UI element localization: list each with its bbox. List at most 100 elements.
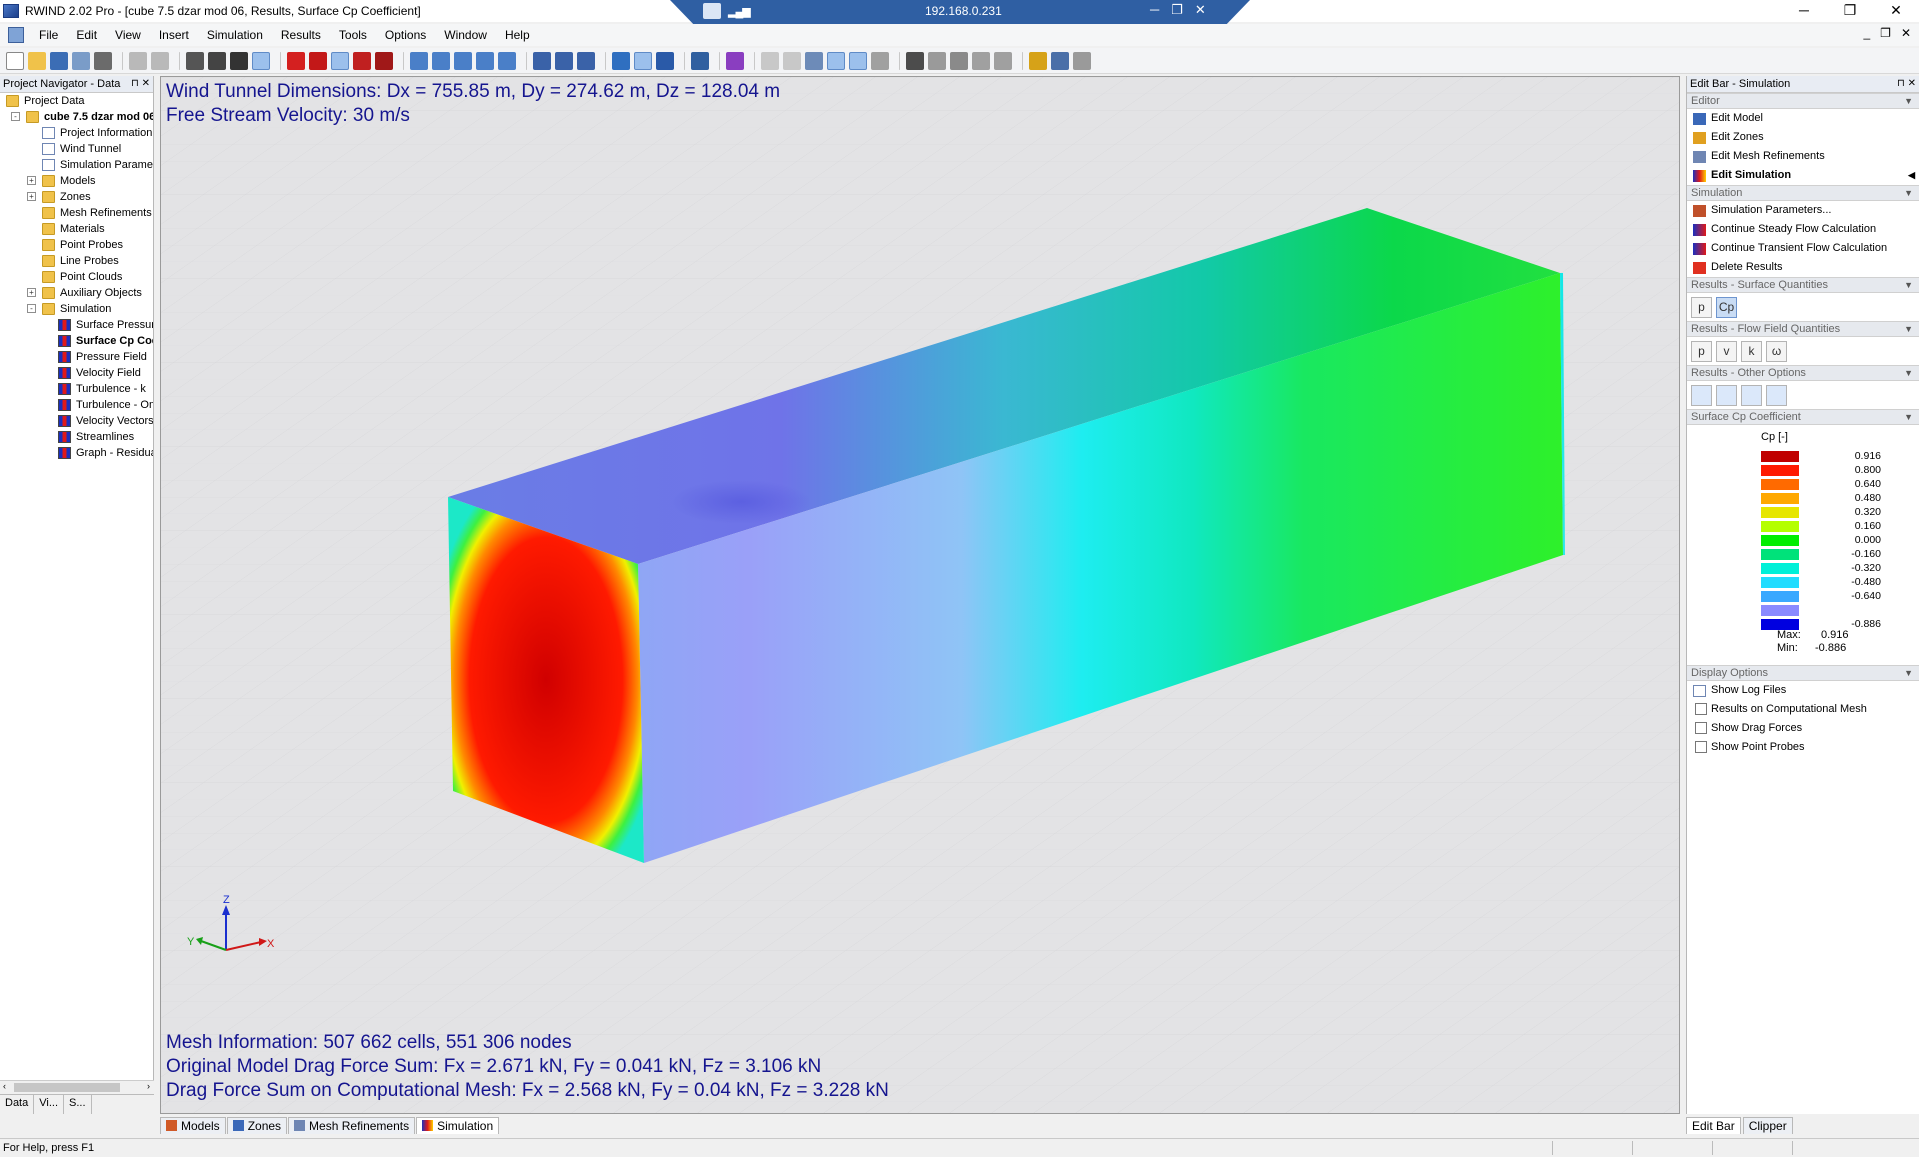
edit-zones-item[interactable]: Edit Zones (1687, 128, 1919, 147)
menu-insert[interactable]: Insert (150, 28, 198, 42)
vectors-icon[interactable] (1691, 384, 1712, 406)
section-editor[interactable]: Editor ▼ (1687, 93, 1919, 109)
edit-simulation-item[interactable]: Edit Simulation ◀ (1687, 166, 1919, 185)
tree-item[interactable]: Turbulence - Omega (0, 397, 153, 413)
show-point-probes-item[interactable]: Show Point Probes (1687, 738, 1919, 757)
pin-icon[interactable] (703, 3, 721, 19)
table-icon[interactable] (1766, 384, 1787, 406)
wireframe-icon[interactable] (634, 51, 652, 70)
zone-icon[interactable] (309, 51, 327, 70)
open-folder-icon[interactable] (28, 51, 46, 70)
tree-item[interactable]: Turbulence - k (0, 381, 153, 397)
grid-icon[interactable] (208, 51, 226, 70)
section-flow-quantities[interactable]: Results - Flow Field Quantities ▼ (1687, 321, 1919, 337)
flow-pressure-button[interactable]: p (1691, 340, 1712, 362)
measure-icon[interactable] (726, 51, 744, 70)
editbar-header-buttons[interactable]: ⊓ ✕ (1897, 76, 1916, 92)
tab-simulation[interactable]: Simulation (416, 1116, 500, 1134)
tree-item[interactable]: Velocity Vectors (0, 413, 153, 429)
solid-icon[interactable] (994, 51, 1012, 70)
menu-simulation[interactable]: Simulation (198, 28, 272, 42)
tree-item[interactable]: + Auxiliary Objects (0, 285, 153, 301)
view-iso-icon[interactable] (410, 51, 428, 70)
menu-help[interactable]: Help (496, 28, 539, 42)
tree-item[interactable]: Streamlines (0, 429, 153, 445)
tab-models[interactable]: Models (160, 1116, 226, 1134)
tree-item[interactable]: Graph - Residuals (0, 445, 153, 461)
clip-x-icon[interactable] (827, 51, 845, 70)
edit-model-item[interactable]: Edit Model (1687, 109, 1919, 128)
tree-item[interactable]: Materials (0, 221, 153, 237)
menu-file[interactable]: File (30, 28, 67, 42)
edit-mesh-refinements-item[interactable]: Edit Mesh Refinements (1687, 147, 1919, 166)
3d-viewport[interactable]: Z X Y Wind Tunnel Dimensions: Dx = 755.8… (160, 76, 1680, 1114)
tree-item[interactable]: Point Clouds (0, 269, 153, 285)
menu-tools[interactable]: Tools (330, 28, 376, 42)
section-other-options[interactable]: Results - Other Options ▼ (1687, 365, 1919, 381)
mesh-icon[interactable] (186, 51, 204, 70)
move-icon[interactable] (353, 51, 371, 70)
scroll-left-icon[interactable]: ‹ (3, 1081, 6, 1091)
flow-icon[interactable] (761, 51, 779, 70)
select-icon[interactable] (331, 51, 349, 70)
collapse-icon[interactable]: ▼ (1904, 278, 1913, 292)
box-icon[interactable] (950, 51, 968, 70)
undo-icon[interactable] (129, 51, 147, 70)
collapse-icon[interactable]: ▼ (1904, 322, 1913, 336)
snap-icon[interactable] (230, 51, 248, 70)
redo-icon[interactable] (151, 51, 169, 70)
grid-toggle-icon[interactable] (252, 51, 270, 70)
expand-icon[interactable]: + (27, 192, 36, 201)
section-cp-coefficient[interactable]: Surface Cp Coefficient ▼ (1687, 409, 1919, 425)
restore-icon[interactable]: ❐ (1827, 0, 1873, 22)
render-icon[interactable] (612, 51, 630, 70)
menu-options[interactable]: Options (376, 28, 435, 42)
tree-item[interactable]: - Simulation (0, 301, 153, 317)
tree-item[interactable]: Point Probes (0, 237, 153, 253)
show-log-files-item[interactable]: Show Log Files (1687, 681, 1919, 700)
collapse-icon[interactable]: ▼ (1904, 666, 1913, 680)
doc-minimize-icon[interactable]: _ (1863, 26, 1870, 40)
rotate-icon[interactable] (375, 51, 393, 70)
new-file-icon[interactable] (6, 51, 24, 70)
close-icon[interactable]: ✕ (1873, 0, 1919, 22)
model-icon[interactable] (287, 51, 305, 70)
cylinder-icon[interactable] (972, 51, 990, 70)
results-computational-mesh-item[interactable]: Results on Computational Mesh (1687, 700, 1919, 719)
section-icon[interactable] (906, 51, 924, 70)
probe-icon[interactable] (805, 51, 823, 70)
tree-item[interactable]: Line Probes (0, 253, 153, 269)
flow-k-button[interactable]: k (1741, 340, 1762, 362)
minimize-icon[interactable]: ─ (1781, 0, 1827, 22)
clip-y-icon[interactable] (849, 51, 867, 70)
view-side-icon[interactable] (476, 51, 494, 70)
layers-icon[interactable] (1716, 384, 1737, 406)
display-dropdown-icon[interactable] (656, 51, 674, 70)
section-simulation[interactable]: Simulation ▼ (1687, 185, 1919, 201)
section-display-options[interactable]: Display Options ▼ (1687, 665, 1919, 681)
plane-icon[interactable] (928, 51, 946, 70)
cube-icon[interactable] (691, 51, 709, 70)
remote-close-icon[interactable]: ✕ (1195, 2, 1206, 18)
tree-item[interactable]: Surface Cp Coefficient (0, 333, 153, 349)
collapse-icon[interactable]: ▼ (1904, 366, 1913, 380)
refresh-icon[interactable] (577, 51, 595, 70)
document-icon[interactable] (8, 27, 24, 43)
zoom-all-icon[interactable] (498, 51, 516, 70)
surface-pressure-button[interactable]: p (1691, 296, 1712, 318)
point-probes-checkbox[interactable] (1695, 741, 1707, 753)
surface-cp-button[interactable]: Cp (1716, 296, 1737, 318)
remote-restore-icon[interactable]: ❐ (1171, 2, 1183, 18)
tree-item[interactable]: + Models (0, 173, 153, 189)
tree-item[interactable]: Surface Pressure (0, 317, 153, 333)
check-icon[interactable] (1073, 51, 1091, 70)
print-icon[interactable] (94, 51, 112, 70)
tree-item[interactable]: Pressure Field (0, 349, 153, 365)
doc-restore-icon[interactable]: ❐ (1880, 26, 1891, 40)
tree-item[interactable]: - cube 7.5 dzar mod 06 (0, 109, 153, 125)
tree-item[interactable]: Wind Tunnel (0, 141, 153, 157)
clip-z-icon[interactable] (871, 51, 889, 70)
tab-zones[interactable]: Zones (226, 1116, 288, 1134)
collapse-icon[interactable]: - (11, 112, 20, 121)
save-icon[interactable] (50, 51, 68, 70)
